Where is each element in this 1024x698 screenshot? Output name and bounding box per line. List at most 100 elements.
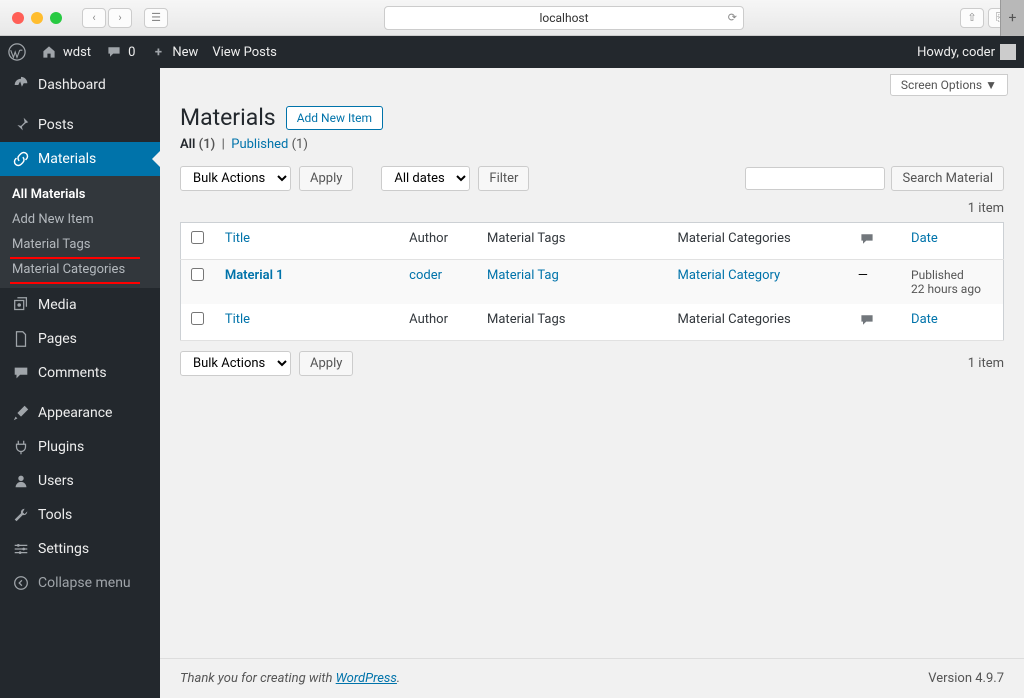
dashboard-icon [12,76,30,94]
sidebar-item-media[interactable]: Media [0,288,160,322]
bulk-actions-select[interactable]: Bulk Actions [180,166,291,191]
sidebar-item-posts[interactable]: Posts [0,108,160,142]
new-content-link[interactable]: + New [149,43,198,61]
row-date: Published 22 hours ago [901,260,1003,305]
sidebar-label: Materials [38,151,96,167]
wordpress-link[interactable]: WordPress [336,671,397,686]
apply-button-bottom[interactable]: Apply [299,351,353,376]
row-comments: — [848,260,901,305]
howdy-label: Howdy, coder [917,45,995,60]
materials-table: Title Author Material Tags Material Cate… [180,222,1004,341]
comment-icon [105,43,123,61]
column-author: Author [399,223,477,260]
sidebar-label: Users [38,473,74,489]
content-area: Screen Options ▼ Materials Add New Item … [160,68,1024,698]
bulk-actions-select-bottom[interactable]: Bulk Actions [180,351,291,376]
wordpress-icon [8,43,26,61]
pin-icon [12,116,30,134]
new-tab-button[interactable]: + [1000,0,1024,36]
column-title[interactable]: Title [225,231,250,246]
search-input[interactable] [745,167,885,190]
address-bar[interactable]: localhost ⟳ [384,6,744,30]
filter-all[interactable]: All (1) [180,137,215,152]
select-all-checkbox-bottom[interactable] [191,312,204,325]
item-count: 1 item [968,201,1004,216]
sidebar-button[interactable]: ☰ [144,8,168,28]
filter-button[interactable]: Filter [478,166,529,191]
column-categories: Material Categories [668,223,848,260]
row-checkbox[interactable] [191,268,204,281]
link-icon [12,150,30,168]
sidebar-item-plugins[interactable]: Plugins [0,430,160,464]
sidebar-item-materials[interactable]: Materials [0,142,160,176]
back-button[interactable]: ‹ [82,8,106,28]
plus-icon: + [149,43,167,61]
wrench-icon [12,506,30,524]
sidebar-label: Posts [38,117,74,133]
sidebar-item-material-tags[interactable]: Material Tags [0,232,160,257]
sidebar-item-appearance[interactable]: Appearance [0,396,160,430]
sidebar-label: Tools [38,507,72,523]
column-author: Author [399,304,477,341]
sidebar-item-tools[interactable]: Tools [0,498,160,532]
sidebar-item-material-categories[interactable]: Material Categories [0,257,160,282]
row-tag-link[interactable]: Material Tag [487,268,559,283]
sidebar-label: Media [38,297,77,313]
screen-options-button[interactable]: Screen Options ▼ [890,74,1008,96]
column-tags: Material Tags [477,223,668,260]
brush-icon [12,404,30,422]
column-date[interactable]: Date [911,312,938,327]
collapse-menu-button[interactable]: Collapse menu [0,566,160,600]
sidebar-submenu-materials: All Materials Add New Item Material Tags… [0,176,160,288]
sidebar-item-add-new-item[interactable]: Add New Item [0,207,160,232]
site-name-link[interactable]: wdst [40,43,91,61]
add-new-button[interactable]: Add New Item [286,106,383,130]
column-title[interactable]: Title [225,312,250,327]
row-author-link[interactable]: coder [409,268,442,283]
select-all-checkbox[interactable] [191,231,204,244]
row-category-link[interactable]: Material Category [678,268,781,283]
account-link[interactable]: Howdy, coder [917,44,1016,60]
comment-icon [12,364,30,382]
collapse-icon [12,574,30,592]
dates-filter-select[interactable]: All dates [381,166,470,191]
sidebar-item-users[interactable]: Users [0,464,160,498]
close-window-icon[interactable] [12,12,24,24]
media-icon [12,296,30,314]
item-count-bottom: 1 item [968,356,1004,371]
sidebar-item-all-materials[interactable]: All Materials [0,182,160,207]
view-posts-link[interactable]: View Posts [212,45,277,60]
filter-published[interactable]: Published (1) [231,137,308,152]
url-text: localhost [539,11,588,25]
sidebar-item-dashboard[interactable]: Dashboard [0,68,160,102]
user-icon [12,472,30,490]
view-posts-label: View Posts [212,45,277,60]
comments-count: 0 [128,45,135,60]
window-controls [12,12,62,24]
page-icon [12,330,30,348]
column-categories: Material Categories [668,304,848,341]
sidebar-label: Plugins [38,439,84,455]
share-button[interactable]: ⇧ [960,8,984,28]
forward-button[interactable]: › [108,8,132,28]
post-status-filters: All (1) | Published (1) [160,135,1024,160]
minimize-window-icon[interactable] [31,12,43,24]
search-button[interactable]: Search Material [891,166,1004,191]
row-title-link[interactable]: Material 1 [225,268,284,283]
sidebar-item-pages[interactable]: Pages [0,322,160,356]
chevron-down-icon: ▼ [985,78,997,92]
admin-footer: Thank you for creating with WordPress. V… [160,658,1024,698]
reload-icon[interactable]: ⟳ [728,11,737,24]
apply-button[interactable]: Apply [299,166,353,191]
sidebar-item-comments[interactable]: Comments [0,356,160,390]
sidebar-label: Appearance [38,405,112,421]
comments-link[interactable]: 0 [105,43,135,61]
maximize-window-icon[interactable] [50,12,62,24]
admin-sidebar: Dashboard Posts Materials All Materials … [0,68,160,698]
column-date[interactable]: Date [911,231,938,246]
sidebar-label: Pages [38,331,77,347]
sidebar-item-settings[interactable]: Settings [0,532,160,566]
sidebar-label: Settings [38,541,89,557]
sidebar-label: Comments [38,365,107,381]
wp-logo[interactable] [8,43,26,61]
